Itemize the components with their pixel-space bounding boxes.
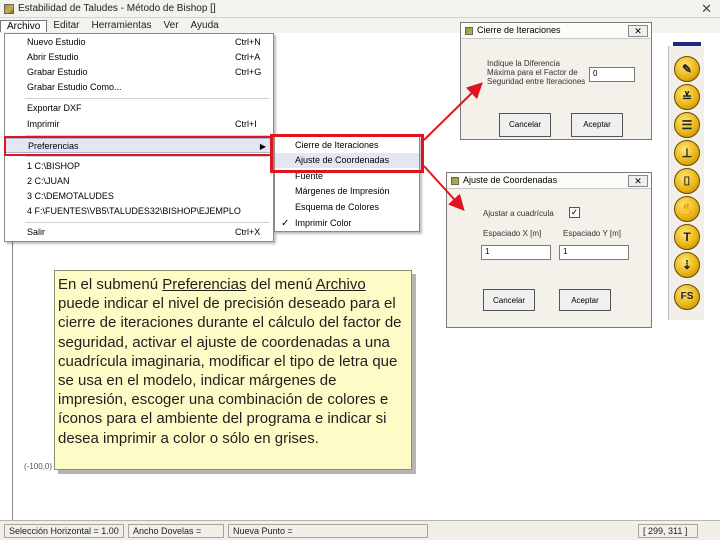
cancel-button[interactable]: Cancelar xyxy=(499,113,551,137)
highlight-submenu-box xyxy=(270,134,424,173)
status-seleccion: Selección Horizontal = 1.00 m xyxy=(4,523,124,540)
snap-grid-label: Ajustar a cuadrícula xyxy=(483,209,554,218)
menu-separator xyxy=(25,222,269,223)
spacing-x-input[interactable]: 1 xyxy=(481,245,551,260)
title-bar: Estabilidad de Taludes - Método de Bisho… xyxy=(0,0,720,18)
spacing-y-label: Espaciado Y [m] xyxy=(563,229,621,238)
menu-archivo[interactable]: Archivo xyxy=(0,19,48,32)
cierre-line-1: Indique la Diferencia xyxy=(487,59,560,68)
tool-palette-header xyxy=(673,42,701,46)
menu-item-imprimir[interactable]: Imprimir Ctrl+I xyxy=(5,117,273,132)
info-note: En el submenú Preferencias del menú Arch… xyxy=(54,270,412,470)
safety-factor-tool-icon[interactable]: FS xyxy=(674,284,700,310)
hatch-tool-icon[interactable]: ☰ xyxy=(674,112,700,138)
menu-item-exportar[interactable]: Exportar DXF xyxy=(5,101,273,116)
dialog-app-icon xyxy=(465,27,473,35)
status-coordinates: [ 299, 311 ] xyxy=(638,523,698,538)
canvas-coordinate-label: (-100,0) xyxy=(24,462,53,471)
dialog-cierre-iteraciones: Cierre de Iteraciones ✕ Indique la Difer… xyxy=(460,22,652,140)
close-icon[interactable]: ✕ xyxy=(628,25,648,37)
status-nuevo-punto: Nueva Punto = xyxy=(228,523,428,538)
menu-ver[interactable]: Ver xyxy=(158,20,185,31)
accept-button[interactable]: Aceptar xyxy=(571,113,623,137)
submenu-item-imprimir-color[interactable]: ✓ Imprimir Color xyxy=(275,216,419,231)
menu-herramientas[interactable]: Herramientas xyxy=(85,20,157,31)
dialog-ajuste-coordenadas: Ajuste de Coordenadas ✕ Ajustar a cuadrí… xyxy=(446,172,652,328)
menu-item-recent-3[interactable]: 3 C:\DEMOTALUDES xyxy=(5,189,273,204)
menu-item-grabar[interactable]: Grabar Estudio Ctrl+G xyxy=(5,65,273,80)
menu-separator xyxy=(25,98,269,99)
check-icon: ✓ xyxy=(281,218,290,229)
submenu-item-margenes[interactable]: Márgenes de Impresión xyxy=(275,184,419,199)
dialog-title-bar: Cierre de Iteraciones ✕ xyxy=(461,23,651,39)
tool-palette: ✎ ≚ ☰ ⊥ ⌷ ✋ T ⇣ FS xyxy=(668,42,704,320)
status-bar: Selección Horizontal = 1.00 m Ancho Dove… xyxy=(0,520,720,540)
cierre-line-3: Seguridad entre Iteraciones xyxy=(487,77,586,86)
menu-item-recent-1[interactable]: 1 C:\BISHOP xyxy=(5,159,273,174)
hand-tool-icon[interactable]: ✋ xyxy=(674,196,700,222)
close-icon[interactable]: ✕ xyxy=(628,175,648,187)
rectangle-tool-icon[interactable]: ⌷ xyxy=(674,168,700,194)
highlight-preferencias-box xyxy=(4,136,272,156)
menu-ayuda[interactable]: Ayuda xyxy=(185,20,225,31)
tolerance-input[interactable]: 0 xyxy=(589,67,635,82)
cancel-button[interactable]: Cancelar xyxy=(483,289,535,311)
spacing-x-label: Espaciado X [m] xyxy=(483,229,542,238)
menu-separator xyxy=(25,156,269,157)
window-title: Estabilidad de Taludes - Método de Bisho… xyxy=(18,3,216,14)
submenu-item-colores[interactable]: Esquema de Colores xyxy=(275,200,419,215)
menu-editar[interactable]: Editar xyxy=(47,20,85,31)
menu-item-recent-2[interactable]: 2 C:\JUAN xyxy=(5,174,273,189)
dialog-title: Ajuste de Coordenadas xyxy=(463,175,558,185)
menu-item-nuevo[interactable]: Nuevo Estudio Ctrl+N xyxy=(5,35,273,50)
spacing-y-input[interactable]: 1 xyxy=(559,245,629,260)
status-ancho-dovelas: Ancho Dovelas = 1.00 m xyxy=(128,523,224,540)
menu-item-grabar-como[interactable]: Grabar Estudio Como... xyxy=(5,80,273,95)
menu-item-salir[interactable]: Salir Ctrl+X xyxy=(5,225,273,240)
pencil-tool-icon[interactable]: ✎ xyxy=(674,56,700,82)
app-icon xyxy=(4,3,14,14)
menu-item-recent-4[interactable]: 4 F:\FUENTES\VB5\TALUDES32\BISHOP\EJEMPL… xyxy=(5,204,273,219)
dialog-title-bar: Ajuste de Coordenadas ✕ xyxy=(447,173,651,189)
snap-grid-checkbox[interactable]: ✓ xyxy=(569,207,580,218)
layers-tool-icon[interactable]: ≚ xyxy=(674,84,700,110)
dialog-app-icon xyxy=(451,177,459,185)
info-text: En el submenú Preferencias del menú Arch… xyxy=(58,276,402,447)
line-tool-icon[interactable]: ⊥ xyxy=(674,140,700,166)
menu-item-abrir[interactable]: Abrir Estudio Ctrl+A xyxy=(5,50,273,65)
dialog-title: Cierre de Iteraciones xyxy=(477,25,561,35)
cierre-line-2: Máxima para el Factor de xyxy=(487,68,578,77)
accept-button[interactable]: Aceptar xyxy=(559,289,611,311)
text-tool-icon[interactable]: T xyxy=(674,224,700,250)
anchor-tool-icon[interactable]: ⇣ xyxy=(674,252,700,278)
close-icon[interactable]: ✕ xyxy=(701,1,712,17)
